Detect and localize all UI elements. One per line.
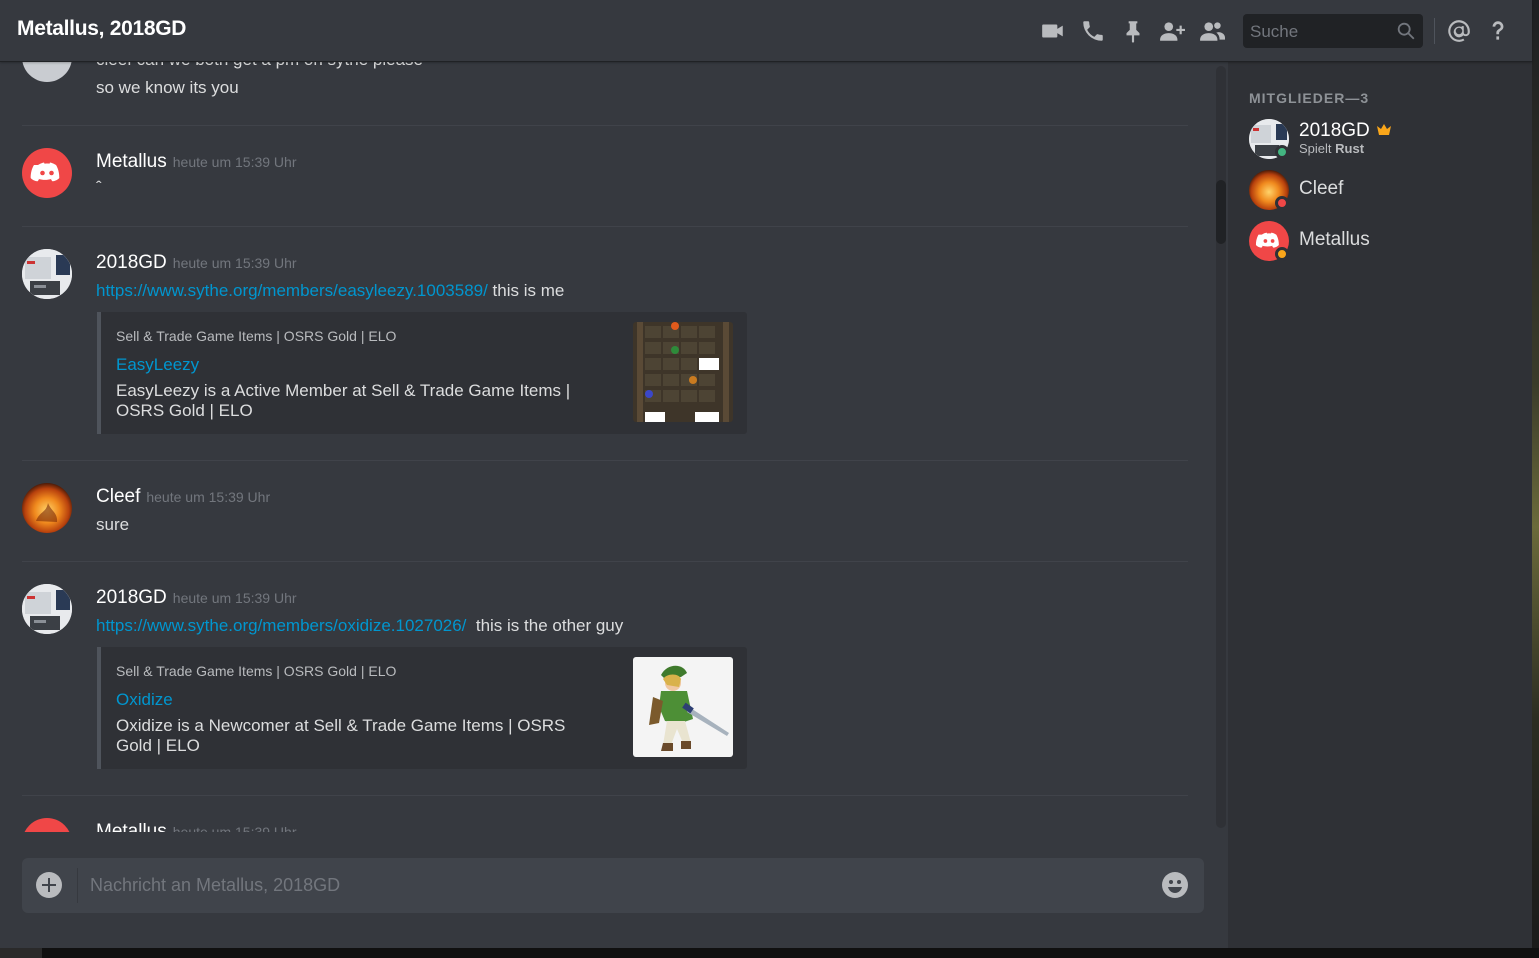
member-item[interactable]: Cleef — [1249, 170, 1519, 214]
video-icon[interactable] — [1040, 18, 1066, 44]
emoji-picker-icon[interactable] — [1161, 871, 1189, 899]
member-activity: Spielt Rust — [1299, 141, 1365, 156]
phone-icon[interactable] — [1080, 18, 1106, 44]
character-thumbnail-image — [633, 657, 733, 757]
owner-crown-icon — [1376, 124, 1391, 135]
message-divider — [22, 795, 1188, 796]
avatar[interactable] — [22, 249, 72, 299]
search-icon — [1395, 20, 1417, 42]
dnd-status-icon — [1275, 196, 1289, 210]
member-name: 2018GD — [1299, 120, 1392, 142]
message-divider — [22, 561, 1188, 562]
message-divider — [22, 125, 1188, 126]
message-author[interactable]: 2018GD heute um 15:39 Uhr — [96, 252, 297, 274]
member-list-header: MITGLIEDER—3 — [1249, 90, 1370, 106]
window-edge — [1532, 0, 1539, 958]
embed-description: Oxidize is a Newcomer at Sell & Trade Ga… — [116, 716, 566, 755]
scrollbar-thumb[interactable] — [1216, 180, 1226, 244]
add-friend-icon[interactable] — [1159, 18, 1185, 44]
inventory-thumbnail-image — [633, 322, 733, 422]
search-placeholder: Suche — [1250, 22, 1299, 41]
pin-icon[interactable] — [1120, 18, 1146, 44]
avatar-image — [22, 249, 72, 299]
avatar-image — [22, 483, 72, 533]
embed-thumbnail[interactable] — [633, 322, 733, 422]
embed-thumbnail[interactable] — [633, 657, 733, 757]
message-divider — [22, 226, 1188, 227]
at-icon[interactable] — [1446, 18, 1472, 44]
avatar[interactable] — [22, 148, 72, 198]
avatar[interactable] — [22, 584, 72, 634]
member-name: Metallus — [1299, 229, 1370, 250]
message-link[interactable]: https://www.sythe.org/members/oxidize.10… — [96, 616, 466, 635]
header-divider — [1434, 18, 1435, 44]
message-author[interactable]: Cleef heute um 15:39 Uhr — [96, 486, 270, 508]
member-name: Cleef — [1299, 178, 1344, 199]
avatar[interactable] — [22, 62, 72, 82]
help-icon[interactable] — [1485, 18, 1511, 44]
embed-provider: Sell & Trade Game Items | OSRS Gold | EL… — [116, 328, 397, 344]
message-timestamp: heute um 15:39 Uhr — [172, 590, 297, 606]
message-timestamp: heute um 15:39 Uhr — [146, 489, 271, 505]
embed-title[interactable]: Oxidize — [116, 690, 173, 710]
message-list[interactable]: cleef can we both get a pm on sythe plea… — [0, 62, 1214, 832]
channel-header: Metallus, 2018GD Suche — [0, 0, 1532, 62]
message-text: https://www.sythe.org/members/easyleezy.… — [96, 281, 565, 300]
members-icon[interactable] — [1199, 18, 1225, 44]
message-input-placeholder: Nachricht an Metallus, 2018GD — [90, 875, 341, 895]
message-text: ˆ — [96, 178, 102, 197]
message-input[interactable]: Nachricht an Metallus, 2018GD — [22, 858, 1204, 913]
message-author[interactable]: Metallus heute um 15:39 Uhr — [96, 151, 297, 173]
taskbar-start[interactable] — [0, 948, 42, 958]
message-author[interactable]: Metallus heute um 15:39 Uhr — [96, 821, 297, 832]
upload-plus-icon[interactable] — [36, 872, 62, 898]
link-embed: Sell & Trade Game Items | OSRS Gold | EL… — [97, 647, 747, 769]
channel-title: Metallus, 2018GD — [17, 17, 187, 40]
avatar[interactable] — [22, 818, 72, 832]
avatar-image — [22, 584, 72, 634]
discord-logo-icon — [30, 162, 60, 182]
message-text: so we know its you — [96, 78, 239, 97]
taskbar — [0, 948, 1539, 958]
message-text: https://www.sythe.org/members/oxidize.10… — [96, 616, 624, 635]
avatar[interactable] — [22, 483, 72, 533]
idle-status-icon — [1275, 247, 1289, 261]
message-link[interactable]: https://www.sythe.org/members/easyleezy.… — [96, 281, 488, 300]
member-list: MITGLIEDER—3 2018GD Spielt Rust Cleef Me… — [1228, 62, 1532, 948]
online-status-icon — [1275, 145, 1289, 159]
message-divider — [22, 460, 1188, 461]
composer-divider — [77, 868, 78, 903]
search-input[interactable]: Suche — [1243, 14, 1423, 48]
message-timestamp: heute um 15:39 Uhr — [172, 255, 297, 271]
message-text: sure — [96, 515, 130, 534]
message-timestamp: heute um 15:39 Uhr — [172, 154, 297, 170]
message-text: cleef can we both get a pm on sythe plea… — [96, 62, 423, 70]
embed-provider: Sell & Trade Game Items | OSRS Gold | EL… — [116, 663, 397, 679]
embed-description: EasyLeezy is a Active Member at Sell & T… — [116, 381, 571, 420]
message-author[interactable]: 2018GD heute um 15:39 Uhr — [96, 587, 297, 609]
message-timestamp: heute um 15:39 Uhr — [172, 824, 297, 832]
link-embed: Sell & Trade Game Items | OSRS Gold | EL… — [97, 312, 747, 434]
member-item[interactable]: Metallus — [1249, 221, 1519, 265]
embed-title[interactable]: EasyLeezy — [116, 355, 199, 375]
member-item[interactable]: 2018GD Spielt Rust — [1249, 119, 1519, 163]
